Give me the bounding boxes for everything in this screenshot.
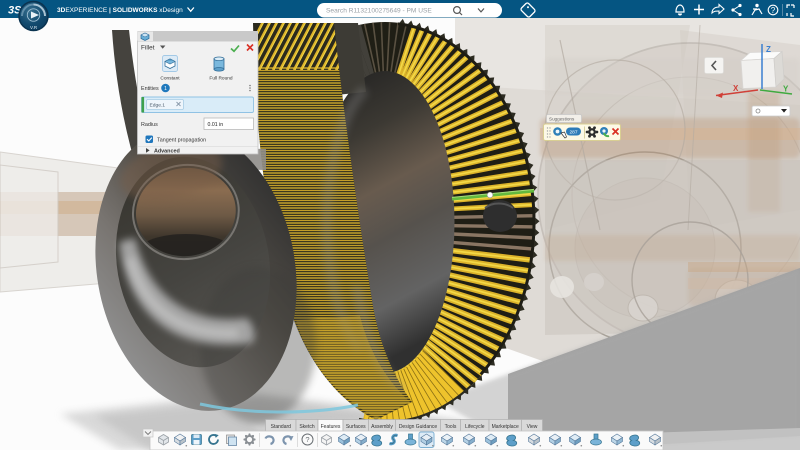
svg-text:Marketplace: Marketplace — [492, 424, 519, 430]
svg-text:Y: Y — [783, 85, 789, 94]
svg-text:Standard: Standard — [271, 424, 292, 430]
svg-text:X: X — [733, 84, 739, 93]
svg-text:V.R: V.R — [30, 25, 38, 30]
svg-text:Design Guidance: Design Guidance — [399, 424, 438, 430]
svg-text:Assembly: Assembly — [371, 424, 393, 430]
svg-text:Z: Z — [766, 45, 771, 54]
svg-text:Tangent propagation: Tangent propagation — [157, 138, 206, 144]
svg-text:3DEXPERIENCE | SOLIDWORKS xDes: 3DEXPERIENCE | SOLIDWORKS xDesign — [57, 7, 183, 14]
svg-text:Constant: Constant — [160, 76, 180, 82]
svg-text:Search R1132100275649 - PM USE: Search R1132100275649 - PM USE — [326, 8, 432, 15]
svg-text:Features: Features — [321, 424, 341, 430]
svg-text:287: 287 — [569, 130, 577, 136]
svg-text:Lifecycle: Lifecycle — [465, 424, 485, 430]
svg-text:Surfaces: Surfaces — [346, 424, 366, 430]
svg-text:Sketch: Sketch — [299, 424, 315, 430]
svg-text:0.01 in: 0.01 in — [208, 122, 224, 128]
svg-text:Tools: Tools — [445, 424, 457, 430]
svg-text:Radius: Radius — [141, 122, 158, 128]
svg-text:Full Round: Full Round — [209, 76, 233, 82]
svg-text:View: View — [527, 424, 538, 430]
svg-text:Advanced: Advanced — [154, 149, 180, 155]
svg-text:Edge.1: Edge.1 — [150, 103, 166, 109]
svg-text:?: ? — [771, 6, 776, 15]
svg-text:?: ? — [305, 435, 309, 444]
svg-text:Suggestions: Suggestions — [549, 117, 575, 122]
svg-text:Fillet: Fillet — [141, 45, 155, 52]
svg-text:Entities: Entities — [141, 86, 159, 92]
svg-text:1: 1 — [164, 86, 167, 92]
